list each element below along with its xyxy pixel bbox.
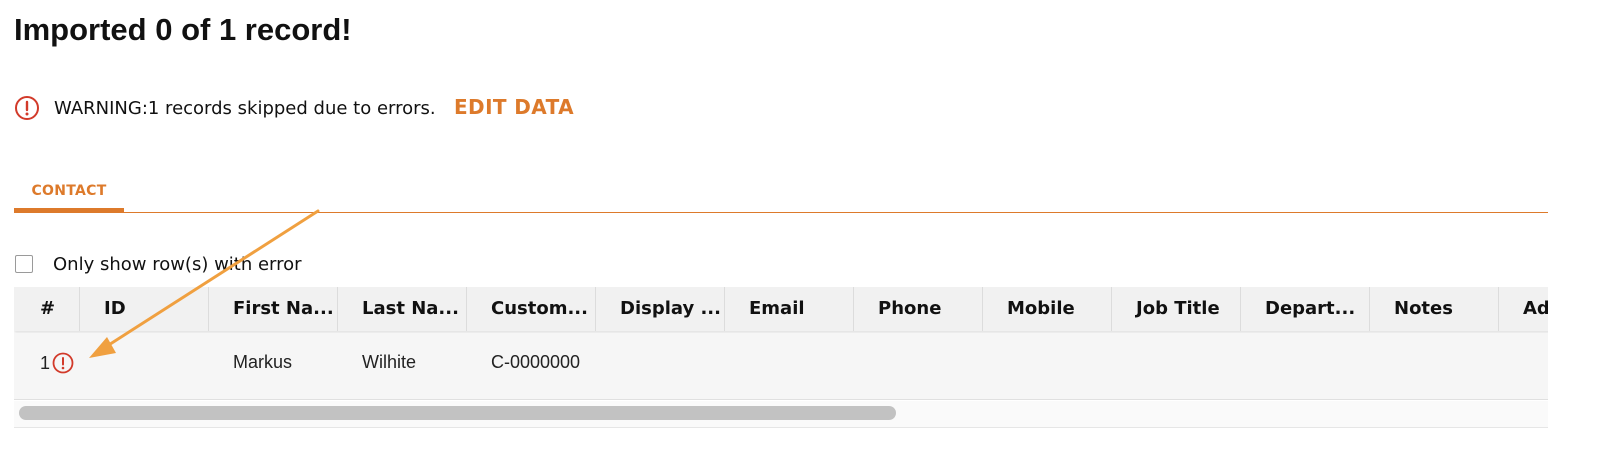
column-header-display[interactable]: Display ... <box>596 287 725 331</box>
tab-contact[interactable]: CONTACT <box>14 172 124 212</box>
scrollbar-thumb[interactable] <box>19 406 896 420</box>
tab-contact-label: CONTACT <box>31 183 107 199</box>
page-title: Imported 0 of 1 record! <box>14 12 352 47</box>
error-circle-icon <box>15 96 39 120</box>
column-header-address[interactable]: Ad <box>1499 287 1548 331</box>
column-header-number[interactable]: # <box>14 287 80 331</box>
cell-first-name[interactable]: Markus <box>209 333 292 399</box>
column-header-department[interactable]: Depart... <box>1241 287 1370 331</box>
tab-bar-divider <box>14 212 1548 213</box>
cell-id[interactable] <box>80 333 104 399</box>
column-header-last-name[interactable]: Last Na... <box>338 287 467 331</box>
warning-text: WARNING:1 records skipped due to errors. <box>54 98 436 119</box>
column-header-id[interactable]: ID <box>80 287 209 331</box>
column-header-job-title[interactable]: Job Title <box>1112 287 1241 331</box>
horizontal-scrollbar[interactable] <box>14 401 1548 428</box>
row-number: 1 <box>40 353 51 373</box>
column-header-first-name[interactable]: First Na... <box>209 287 338 331</box>
column-header-phone[interactable]: Phone <box>854 287 983 331</box>
cell-last-name[interactable]: Wilhite <box>338 333 416 399</box>
column-header-email[interactable]: Email <box>725 287 854 331</box>
row-error-icon[interactable] <box>52 352 74 374</box>
only-errors-label: Only show row(s) with error <box>53 254 302 275</box>
column-header-mobile[interactable]: Mobile <box>983 287 1112 331</box>
table-row[interactable]: 1 Markus Wilhite C-0000000 <box>14 333 1548 400</box>
import-data-grid: # ID First Na... Last Na... Custom... Di… <box>14 287 1548 429</box>
grid-header: # ID First Na... Last Na... Custom... Di… <box>14 287 1548 331</box>
only-errors-checkbox[interactable] <box>15 255 33 273</box>
cell-customer[interactable]: C-0000000 <box>467 333 580 399</box>
edit-data-link[interactable]: EDIT DATA <box>454 95 574 119</box>
column-header-customer[interactable]: Custom... <box>467 287 596 331</box>
column-header-notes[interactable]: Notes <box>1370 287 1499 331</box>
